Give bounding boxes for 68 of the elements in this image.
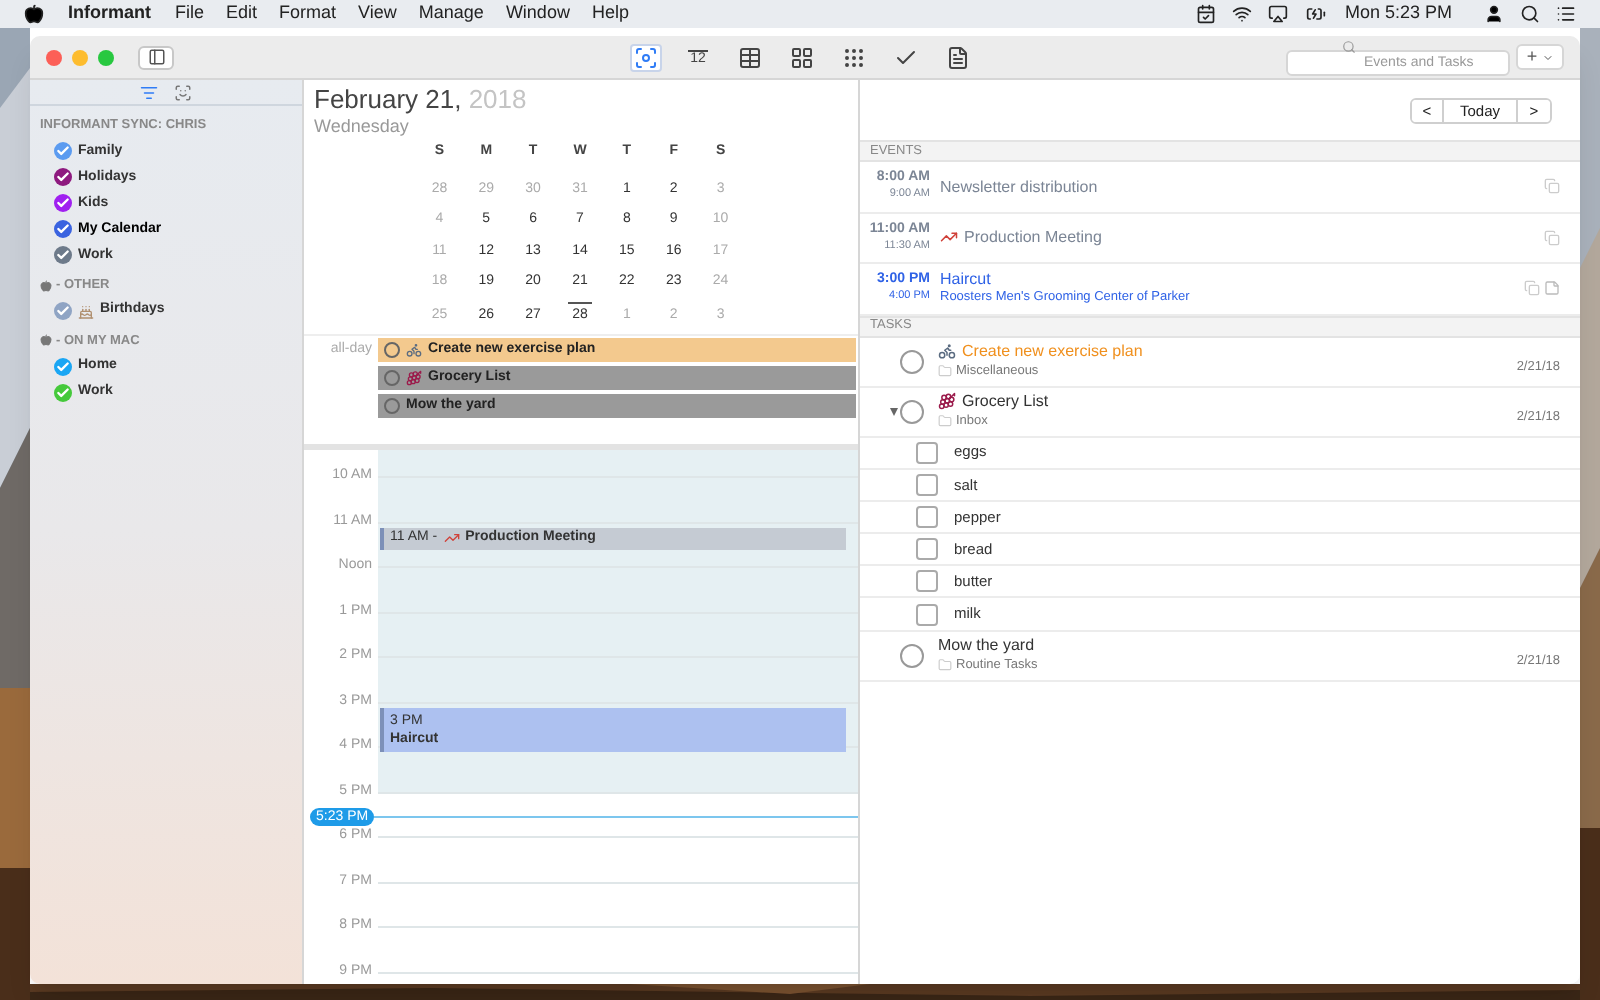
event-title[interactable]: Haircut: [940, 270, 1190, 289]
menu-item[interactable]: View: [358, 0, 397, 28]
subtask-checkbox[interactable]: [916, 505, 938, 528]
view-button[interactable]: [786, 43, 818, 71]
search-icon: [1342, 39, 1356, 53]
folder-icon: [938, 658, 952, 673]
folder-icon: [938, 414, 952, 428]
task-title[interactable]: Mow the yard: [938, 635, 1035, 656]
menu-item[interactable]: Manage: [418, 0, 484, 28]
bicycle-icon: [938, 342, 956, 360]
menu-item[interactable]: Format: [279, 0, 337, 28]
grid-icon: [790, 45, 814, 69]
chart-icon: [940, 228, 958, 247]
filter-icon[interactable]: [140, 83, 158, 101]
dots-icon: [842, 45, 866, 69]
calendar-checkbox[interactable]: [54, 246, 72, 265]
subtask-checkbox[interactable]: [916, 441, 938, 464]
menu-clock[interactable]: Mon 5:23 PM: [1344, 0, 1452, 28]
bicycle-icon: [406, 342, 422, 358]
sidebar-icon: [147, 48, 165, 66]
chart-icon: [443, 530, 460, 546]
weekday-label: Wednesday: [314, 114, 411, 140]
calendar-checkbox[interactable]: [54, 383, 72, 402]
apple-icon[interactable]: [24, 4, 44, 24]
subtask-checkbox[interactable]: [916, 473, 938, 496]
add-button[interactable]: +: [1516, 44, 1564, 70]
date-year: 2018: [468, 84, 527, 114]
menu-item[interactable]: Help: [591, 0, 629, 28]
menu-item[interactable]: Edit: [226, 0, 258, 28]
search-icon[interactable]: [1520, 4, 1540, 24]
calendar-checkbox[interactable]: [54, 357, 72, 376]
calendar-checkbox[interactable]: [54, 302, 72, 320]
event-title[interactable]: Production Meeting: [964, 228, 1102, 247]
caret-icon: [1541, 51, 1554, 63]
check-icon: [894, 45, 918, 69]
subtask-checkbox[interactable]: [916, 538, 938, 561]
calendar-status-icon[interactable]: [1196, 4, 1217, 24]
focus-icon: [634, 45, 658, 69]
user-icon[interactable]: [1484, 4, 1504, 24]
grapes-icon: [938, 392, 956, 410]
grapes-icon: [406, 370, 422, 386]
view-button[interactable]: [630, 43, 662, 71]
calendar-checkbox[interactable]: [54, 142, 72, 161]
subtask-checkbox[interactable]: [916, 570, 938, 593]
note-icon[interactable]: [1544, 280, 1560, 297]
calendar-checkbox[interactable]: [54, 194, 72, 213]
sidebar-toggle[interactable]: [138, 45, 174, 69]
focus-icon[interactable]: [174, 83, 192, 101]
notes-icon: [946, 45, 970, 69]
close-button[interactable]: [46, 49, 62, 65]
disclosure-triangle[interactable]: [890, 407, 898, 415]
table-icon: [738, 45, 762, 69]
view-button[interactable]: [734, 43, 766, 71]
list-icon[interactable]: [1556, 4, 1576, 24]
task-title[interactable]: Grocery List: [962, 391, 1049, 411]
menu-item[interactable]: Window: [505, 0, 570, 28]
wifi-icon[interactable]: [1232, 4, 1253, 24]
calendar-checkbox[interactable]: [54, 220, 72, 239]
folder-icon: [938, 364, 952, 378]
airplay-icon[interactable]: [1268, 4, 1289, 24]
date-title: February 21,: [314, 84, 462, 114]
calendar-checkbox[interactable]: [54, 168, 72, 187]
subtask-checkbox[interactable]: [916, 603, 938, 626]
menu-item[interactable]: File: [175, 0, 205, 28]
zoom-button[interactable]: [98, 49, 114, 65]
event-title[interactable]: Newsletter distribution: [940, 177, 1098, 196]
battery-icon[interactable]: [1304, 4, 1329, 24]
app-menu[interactable]: Informant: [68, 0, 151, 28]
